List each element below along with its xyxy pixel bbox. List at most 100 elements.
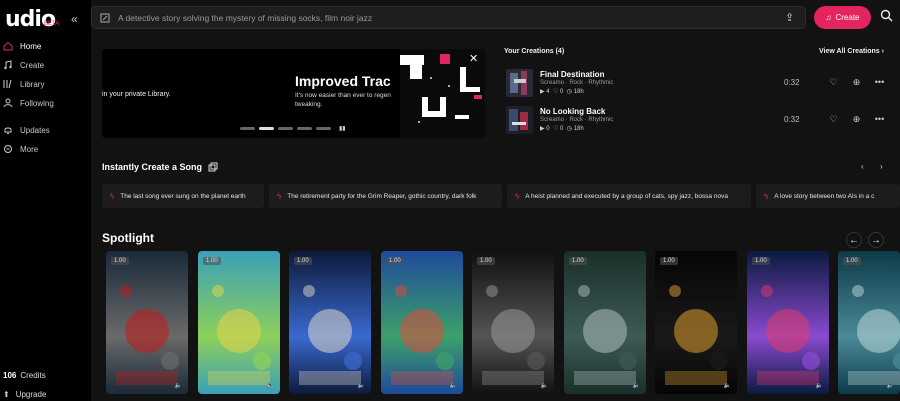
sidebar-item-home[interactable]: Home <box>3 38 41 54</box>
heart-icon[interactable]: ♡ <box>828 77 839 88</box>
more-options-icon[interactable]: ••• <box>874 114 885 125</box>
prompt-chip[interactable]: ϟ The retirement party for the Grim Reape… <box>269 184 502 208</box>
upload-icon[interactable]: ⇪ <box>785 11 794 24</box>
carousel-dot[interactable] <box>316 127 331 130</box>
banner-previous-text: in your private Library. <box>102 91 171 98</box>
udio-logo[interactable]: udio <box>5 7 56 32</box>
bolt-icon: ϟ <box>764 191 769 201</box>
upgrade-label: Upgrade <box>15 390 47 399</box>
song-row[interactable]: No Looking Back Screamo · Rock · Rhythmi… <box>506 106 886 134</box>
sidebar-item-label: Updates <box>20 125 50 135</box>
sidebar-item-library[interactable]: Library <box>3 76 44 92</box>
sidebar-item-more[interactable]: More <box>3 141 38 157</box>
card-artwork <box>116 285 179 385</box>
mute-icon[interactable]: 🔈 <box>450 382 457 389</box>
sidebar-item-following[interactable]: Following <box>3 95 54 111</box>
card-artwork <box>208 285 271 385</box>
card-artwork <box>757 285 820 385</box>
spotlight-prev-button[interactable]: ← <box>846 232 862 248</box>
create-button[interactable]: ♫ Create <box>814 6 871 29</box>
sidebar-item-label: Create <box>20 60 45 70</box>
card-version-badge: 1.00 <box>477 257 495 265</box>
spotlight-next-button[interactable]: → <box>868 232 884 248</box>
add-to-queue-icon[interactable]: ⊕ <box>851 77 862 88</box>
spotlight-card-glitch-lines[interactable]: 1.00 🔈 <box>655 251 737 394</box>
mute-icon[interactable]: 🔈 <box>267 382 274 389</box>
credits-label: Credits <box>20 371 46 380</box>
sidebar-item-label: Home <box>20 41 42 51</box>
mute-icon[interactable]: 🔈 <box>724 382 731 389</box>
prompt-chip[interactable]: ϟ A heist planned and executed by a group… <box>507 184 751 208</box>
search-bar[interactable]: A detective story solving the mystery of… <box>91 6 806 29</box>
spotlight-card-alien-planets[interactable]: 1.00 🔈 <box>381 251 463 394</box>
prompt-text: A love story between two AIs in a c <box>774 192 875 200</box>
card-version-badge: 1.00 <box>569 257 587 265</box>
prompts-next-icon[interactable]: › <box>880 162 883 171</box>
spotlight-card-green-face-flowers[interactable]: 1.00 🔈 <box>198 251 280 394</box>
arrow-left-icon: ← <box>849 234 859 246</box>
card-version-badge: 1.00 <box>660 257 678 265</box>
search-icon[interactable] <box>880 9 893 22</box>
play-count-icon: ▶ <box>540 126 545 132</box>
edit-icon <box>100 13 110 22</box>
spotlight-card-bw-car-interior[interactable]: 1.00 🔈 <box>472 251 554 394</box>
announcement-banner[interactable]: in your private Library. Improved Trac I… <box>102 49 485 138</box>
upgrade-link[interactable]: ⬆ Upgrade <box>3 390 46 399</box>
heart-icon[interactable]: ♡ <box>828 114 839 125</box>
song-row[interactable]: Final Destination Screamo · Rock · Rhyth… <box>506 69 886 97</box>
card-version-badge: 1.00 <box>111 257 129 265</box>
prompts-prev-icon[interactable]: ‹ <box>861 162 864 171</box>
view-all-creations-link[interactable]: View All Creations › <box>819 48 884 55</box>
spotlight-card-night-city-car[interactable]: 1.00 🔈 <box>564 251 646 394</box>
instant-create-heading: Instantly Create a Song <box>102 162 218 172</box>
mute-icon[interactable]: 🔈 <box>358 382 365 389</box>
bell-icon <box>4 127 12 134</box>
sidebar-item-create[interactable]: Create <box>3 57 44 73</box>
carousel-dot-active[interactable] <box>259 127 274 130</box>
card-artwork <box>574 285 637 385</box>
song-title[interactable]: No Looking Back <box>540 107 605 116</box>
song-title[interactable]: Final Destination <box>540 70 604 79</box>
sidebar-item-label: Library <box>20 79 45 89</box>
copy-icon[interactable] <box>208 162 218 172</box>
prompt-chip[interactable]: ϟ A love story between two AIs in a c <box>756 184 900 208</box>
spotlight-card-cosmic-beach[interactable]: 1.00 🔈 <box>289 251 371 394</box>
spotlight-card-ufo-flowers[interactable]: 1.00 🔈 <box>747 251 829 394</box>
sidebar: udio BETA « Home Create Library Followin… <box>0 0 91 401</box>
mute-icon[interactable]: 🔈 <box>887 382 894 389</box>
prompt-chip[interactable]: ϟ The last song ever sung on the planet e… <box>102 184 264 208</box>
more-options-icon[interactable]: ••• <box>874 77 885 88</box>
pause-icon[interactable]: ▮▮ <box>339 126 346 132</box>
mute-icon[interactable]: 🔈 <box>633 382 640 389</box>
song-thumbnail[interactable] <box>506 106 533 134</box>
mute-icon[interactable]: 🔈 <box>816 382 823 389</box>
mute-icon[interactable]: 🔈 <box>175 382 182 389</box>
play-count: 0 <box>546 126 550 132</box>
card-artwork <box>391 285 454 385</box>
song-thumbnail[interactable] <box>506 69 533 97</box>
music-note-icon <box>4 60 12 70</box>
sidebar-item-label: More <box>20 144 39 154</box>
sidebar-item-label: Following <box>20 98 54 108</box>
chevron-right-icon: › <box>881 48 884 55</box>
carousel-dot[interactable] <box>278 127 293 130</box>
clock-icon: ◷ <box>566 89 572 95</box>
carousel-dot[interactable] <box>240 127 255 130</box>
sidebar-item-updates[interactable]: Updates <box>3 122 50 138</box>
close-banner-icon[interactable]: ✕ <box>469 52 478 65</box>
spotlight-card-teal-landscape[interactable]: 1.00 🔈 <box>838 251 900 394</box>
card-version-badge: 1.00 <box>203 257 221 265</box>
card-version-badge: 1.00 <box>294 257 312 265</box>
search-placeholder: A detective story solving the mystery of… <box>118 12 373 23</box>
spotlight-card-red-car-space[interactable]: 1.00 🔈 <box>106 251 188 394</box>
carousel-dot[interactable] <box>297 127 312 130</box>
add-to-queue-icon[interactable]: ⊕ <box>851 114 862 125</box>
bolt-icon: ϟ <box>515 191 520 201</box>
credits[interactable]: 106 Credits <box>3 371 46 380</box>
user-icon <box>3 98 13 108</box>
card-artwork <box>848 285 900 385</box>
mute-icon[interactable]: 🔈 <box>541 382 548 389</box>
your-creations-heading: Your Creations (4) <box>504 48 565 55</box>
song-tags: Screamo · Rock · Rhythmic <box>540 80 614 86</box>
collapse-sidebar-icon[interactable]: « <box>71 12 78 26</box>
